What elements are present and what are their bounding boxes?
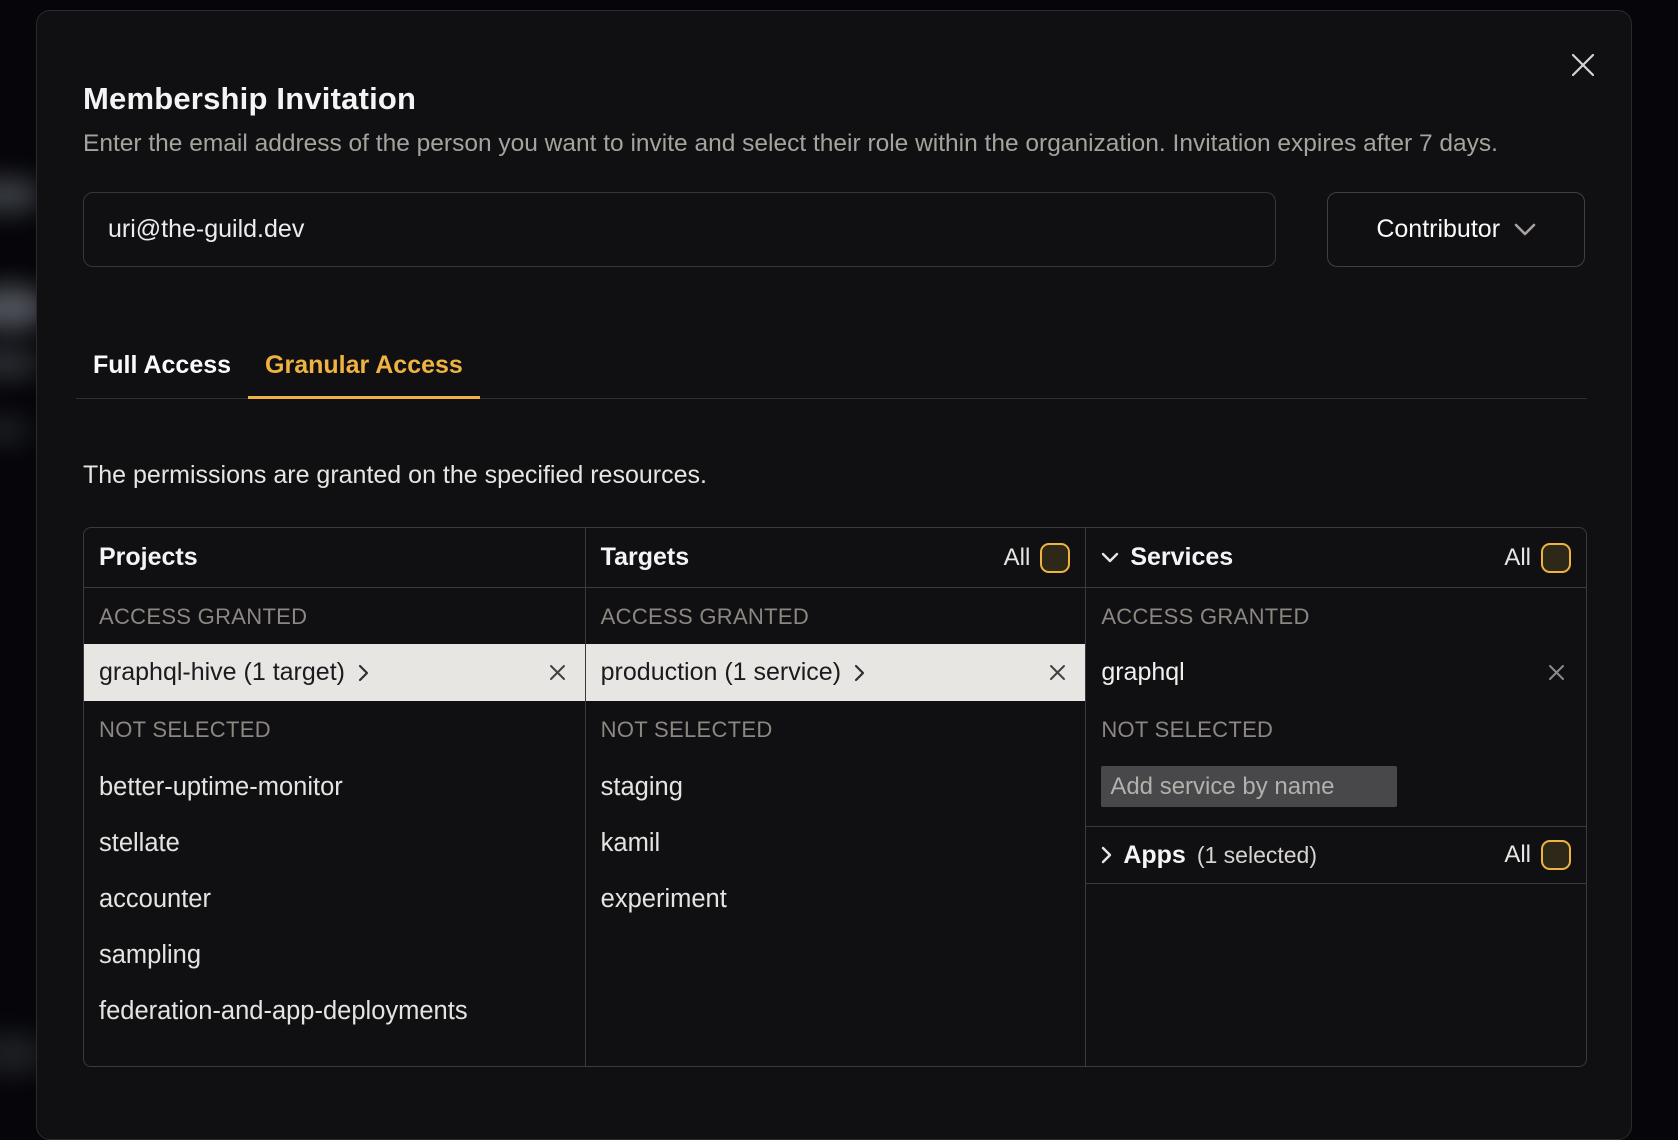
chevron-right-icon bbox=[358, 664, 369, 682]
chevron-right-icon bbox=[854, 664, 865, 682]
list-item[interactable]: better-uptime-monitor bbox=[84, 759, 585, 815]
permissions-note: The permissions are granted on the speci… bbox=[83, 461, 1585, 490]
x-icon bbox=[1548, 664, 1565, 681]
selected-project-row[interactable]: graphql-hive (1 target) bbox=[84, 644, 585, 701]
selected-target-label: production (1 service) bbox=[601, 658, 841, 687]
chevron-down-icon bbox=[1514, 223, 1536, 236]
apps-all-label: All bbox=[1504, 841, 1531, 869]
services-all-checkbox[interactable] bbox=[1541, 543, 1571, 573]
targets-all-checkbox[interactable] bbox=[1040, 543, 1070, 573]
list-item[interactable]: sampling bbox=[84, 927, 585, 983]
targets-all-wrap: All bbox=[1004, 543, 1071, 573]
page-title: Membership Invitation bbox=[83, 81, 1585, 117]
remove-service-button[interactable] bbox=[1548, 664, 1565, 681]
services-all-label: All bbox=[1504, 544, 1531, 572]
apps-row[interactable]: Apps (1 selected) All bbox=[1086, 826, 1586, 884]
x-icon bbox=[549, 664, 566, 681]
x-icon bbox=[1049, 664, 1066, 681]
apps-all-wrap: All bbox=[1504, 840, 1571, 870]
list-item[interactable]: experiment bbox=[586, 871, 1086, 927]
projects-column: Projects ACCESS GRANTED graphql-hive (1 … bbox=[84, 528, 585, 1066]
apps-all-checkbox[interactable] bbox=[1541, 840, 1571, 870]
projects-header: Projects bbox=[84, 528, 585, 588]
access-granted-label: ACCESS GRANTED bbox=[1086, 603, 1586, 631]
services-column: Services All ACCESS GRANTED graphql NOT … bbox=[1085, 528, 1586, 1066]
add-service-input[interactable] bbox=[1101, 766, 1397, 807]
targets-not-selected-list: staging kamil experiment bbox=[586, 759, 1086, 927]
targets-header: Targets All bbox=[586, 528, 1086, 588]
access-granted-label: ACCESS GRANTED bbox=[84, 603, 585, 631]
list-item[interactable]: accounter bbox=[84, 871, 585, 927]
chevron-down-icon bbox=[1101, 552, 1119, 563]
list-item[interactable]: staging bbox=[586, 759, 1086, 815]
remove-target-button[interactable] bbox=[1049, 664, 1066, 681]
invite-row: Contributor bbox=[83, 192, 1585, 267]
access-granted-label: ACCESS GRANTED bbox=[586, 603, 1086, 631]
backdrop-blur-artifact bbox=[0, 348, 40, 378]
list-item[interactable]: kamil bbox=[586, 815, 1086, 871]
tab-granular-access[interactable]: Granular Access bbox=[248, 351, 480, 399]
resources-table: Projects ACCESS GRANTED graphql-hive (1 … bbox=[83, 527, 1587, 1067]
backdrop-blur-artifact bbox=[0, 416, 32, 444]
projects-not-selected-list: better-uptime-monitor stellate accounter… bbox=[84, 759, 585, 1039]
services-header-label: Services bbox=[1130, 543, 1233, 572]
targets-header-label: Targets bbox=[601, 543, 689, 572]
not-selected-label: NOT SELECTED bbox=[586, 716, 1086, 744]
remove-project-button[interactable] bbox=[549, 664, 566, 681]
access-tabs: Full Access Granular Access bbox=[76, 351, 1587, 399]
apps-selected-count: (1 selected) bbox=[1197, 842, 1317, 869]
targets-column: Targets All ACCESS GRANTED production (1… bbox=[585, 528, 1086, 1066]
role-select[interactable]: Contributor bbox=[1327, 192, 1585, 267]
services-all-wrap: All bbox=[1504, 543, 1571, 573]
granted-service-row: graphql bbox=[1086, 644, 1586, 701]
not-selected-label: NOT SELECTED bbox=[1086, 716, 1586, 744]
apps-title: Apps bbox=[1123, 841, 1186, 870]
chevron-right-icon bbox=[1101, 846, 1112, 864]
services-header[interactable]: Services All bbox=[1086, 528, 1586, 588]
selected-target-row[interactable]: production (1 service) bbox=[586, 644, 1086, 701]
list-item[interactable]: stellate bbox=[84, 815, 585, 871]
tab-full-access[interactable]: Full Access bbox=[76, 351, 248, 399]
email-field[interactable] bbox=[83, 192, 1276, 267]
modal-description: Enter the email address of the person yo… bbox=[83, 126, 1508, 161]
targets-all-label: All bbox=[1004, 544, 1031, 572]
selected-project-label: graphql-hive (1 target) bbox=[99, 658, 345, 687]
close-button[interactable] bbox=[1567, 49, 1599, 81]
not-selected-label: NOT SELECTED bbox=[84, 716, 585, 744]
membership-invitation-modal: Membership Invitation Enter the email ad… bbox=[36, 10, 1632, 1140]
projects-header-label: Projects bbox=[99, 543, 198, 572]
close-icon bbox=[1570, 52, 1596, 78]
granted-service-label: graphql bbox=[1101, 658, 1184, 687]
role-select-value: Contributor bbox=[1376, 215, 1500, 244]
list-item[interactable]: federation-and-app-deployments bbox=[84, 983, 585, 1039]
